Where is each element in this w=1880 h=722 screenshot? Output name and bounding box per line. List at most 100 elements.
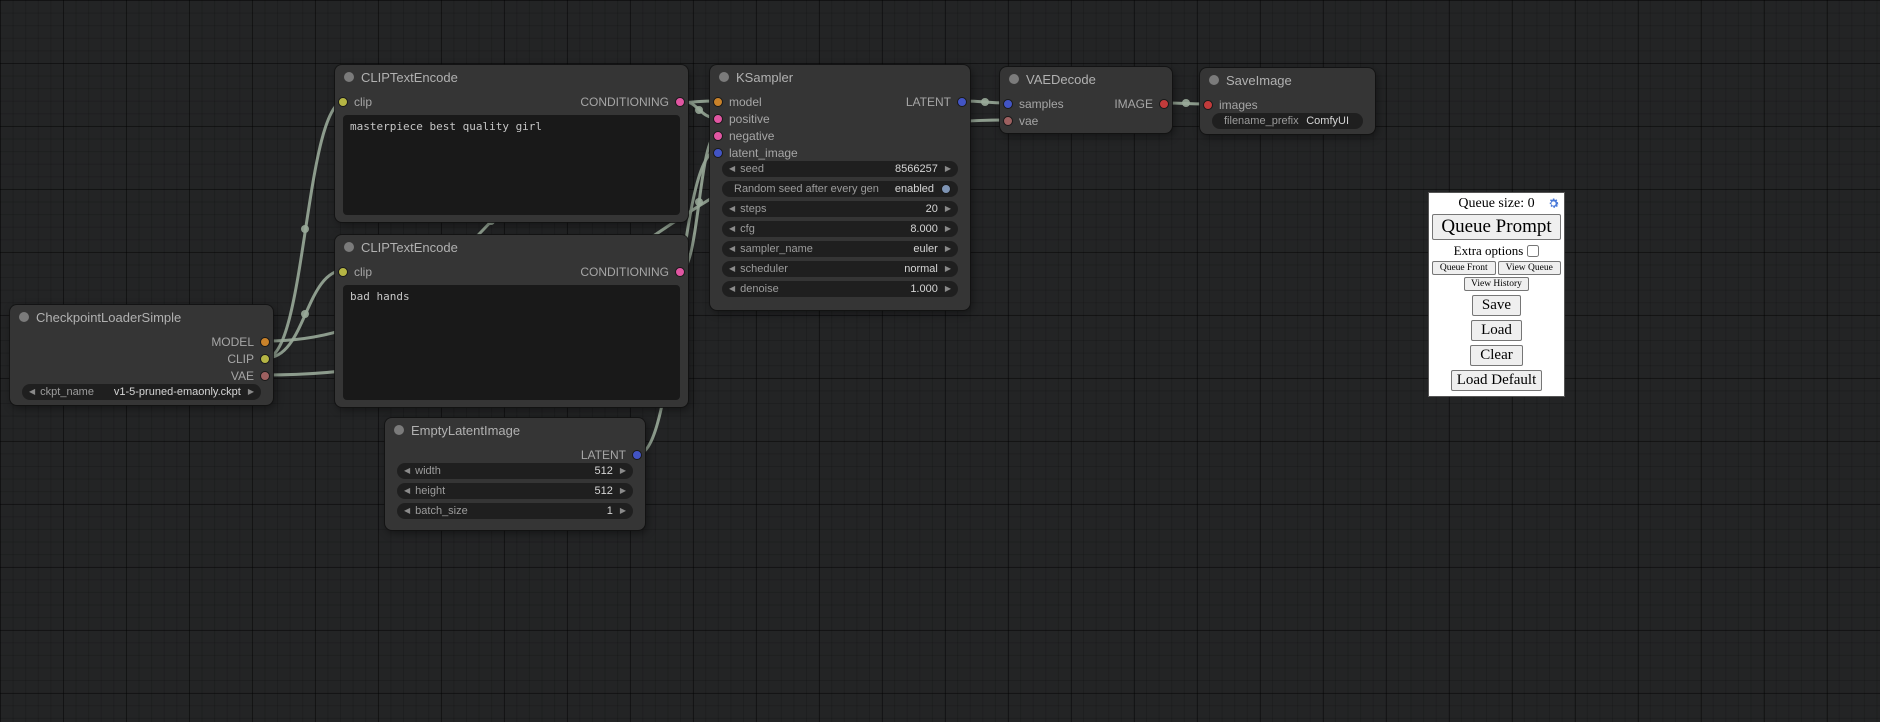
slot-row: VAE	[10, 367, 273, 384]
widget-label: Random seed after every gen	[734, 183, 879, 195]
increment-arrow-icon[interactable]: ▶	[620, 467, 626, 475]
increment-arrow-icon[interactable]: ▶	[945, 225, 951, 233]
collapse-dot-icon[interactable]	[394, 425, 404, 435]
node-title-bar[interactable]: KSampler	[710, 65, 970, 89]
widget-filename-prefix[interactable]: filename_prefix ComfyUI	[1212, 113, 1363, 129]
increment-arrow-icon[interactable]: ▶	[945, 265, 951, 273]
input-slot-clip[interactable]	[338, 267, 348, 277]
decrement-arrow-icon[interactable]: ◀	[404, 507, 410, 515]
decrement-arrow-icon[interactable]: ◀	[729, 285, 735, 293]
decrement-arrow-icon[interactable]: ◀	[729, 225, 735, 233]
node-clip-text-encode-positive[interactable]: CLIPTextEncode clip CONDITIONING masterp…	[335, 65, 688, 222]
positive-prompt-textarea[interactable]: masterpiece best quality girl	[343, 115, 680, 215]
clear-button[interactable]: Clear	[1470, 345, 1522, 366]
output-slot-vae[interactable]	[260, 371, 270, 381]
input-slot-clip[interactable]	[338, 97, 348, 107]
collapse-dot-icon[interactable]	[1209, 75, 1219, 85]
node-vae-decode[interactable]: VAEDecode samples IMAGE vae	[1000, 67, 1172, 133]
node-title-bar[interactable]: CheckpointLoaderSimple	[10, 305, 273, 329]
output-slot-image[interactable]	[1159, 99, 1169, 109]
widget-width[interactable]: ◀ width 512 ▶	[397, 463, 633, 479]
output-slot-conditioning[interactable]	[675, 97, 685, 107]
output-slot-latent[interactable]	[632, 450, 642, 460]
negative-prompt-textarea[interactable]: bad hands	[343, 285, 680, 400]
output-slot-conditioning[interactable]	[675, 267, 685, 277]
increment-arrow-icon[interactable]: ▶	[248, 388, 254, 396]
increment-arrow-icon[interactable]: ▶	[945, 205, 951, 213]
widget-ckpt-name[interactable]: ◀ ckpt_name v1-5-pruned-emaonly.ckpt ▶	[22, 384, 261, 400]
save-button[interactable]: Save	[1472, 295, 1521, 316]
widget-random-seed-toggle[interactable]: Random seed after every gen enabled	[722, 181, 958, 197]
node-ksampler[interactable]: KSampler model LATENT positive negative …	[710, 65, 970, 310]
node-title-bar[interactable]: VAEDecode	[1000, 67, 1172, 91]
node-title-bar[interactable]: CLIPTextEncode	[335, 65, 688, 89]
toggle-indicator-icon[interactable]	[941, 184, 951, 194]
node-title-bar[interactable]: CLIPTextEncode	[335, 235, 688, 259]
increment-arrow-icon[interactable]: ▶	[945, 245, 951, 253]
node-checkpoint-loader[interactable]: CheckpointLoaderSimple MODEL CLIP VAE ◀ …	[10, 305, 273, 405]
load-default-button[interactable]: Load Default	[1451, 370, 1543, 391]
decrement-arrow-icon[interactable]: ◀	[29, 388, 35, 396]
input-slot-images[interactable]	[1203, 100, 1213, 110]
widget-scheduler[interactable]: ◀ scheduler normal ▶	[722, 261, 958, 277]
increment-arrow-icon[interactable]: ▶	[620, 507, 626, 515]
output-slot-latent[interactable]	[957, 97, 967, 107]
output-label-conditioning: CONDITIONING	[580, 265, 669, 279]
input-slot-latent-image[interactable]	[713, 148, 723, 158]
queue-front-button[interactable]: Queue Front	[1432, 261, 1496, 275]
increment-arrow-icon[interactable]: ▶	[945, 285, 951, 293]
decrement-arrow-icon[interactable]: ◀	[729, 205, 735, 213]
decrement-arrow-icon[interactable]: ◀	[729, 165, 735, 173]
widget-label: seed	[740, 163, 764, 175]
decrement-arrow-icon[interactable]: ◀	[729, 265, 735, 273]
widget-denoise[interactable]: ◀ denoise 1.000 ▶	[722, 281, 958, 297]
widget-value: euler	[913, 243, 937, 255]
node-graph-canvas[interactable]: CheckpointLoaderSimple MODEL CLIP VAE ◀ …	[0, 0, 1880, 722]
collapse-dot-icon[interactable]	[719, 72, 729, 82]
widget-cfg[interactable]: ◀ cfg 8.000 ▶	[722, 221, 958, 237]
input-slot-samples[interactable]	[1003, 99, 1013, 109]
extra-options-label: Extra options	[1454, 243, 1524, 259]
collapse-dot-icon[interactable]	[344, 242, 354, 252]
view-queue-button[interactable]: View Queue	[1498, 261, 1562, 275]
input-slot-negative[interactable]	[713, 131, 723, 141]
input-slot-model[interactable]	[713, 97, 723, 107]
node-title-bar[interactable]: SaveImage	[1200, 68, 1375, 92]
widget-value: 20	[926, 203, 938, 215]
load-button[interactable]: Load	[1471, 320, 1522, 341]
extra-options-checkbox[interactable]	[1527, 245, 1539, 257]
node-save-image[interactable]: SaveImage images filename_prefix ComfyUI	[1200, 68, 1375, 134]
input-slot-positive[interactable]	[713, 114, 723, 124]
widget-value: 1.000	[910, 283, 938, 295]
decrement-arrow-icon[interactable]: ◀	[729, 245, 735, 253]
queue-prompt-button[interactable]: Queue Prompt	[1432, 214, 1561, 240]
widget-height[interactable]: ◀ height 512 ▶	[397, 483, 633, 499]
increment-arrow-icon[interactable]: ▶	[945, 165, 951, 173]
decrement-arrow-icon[interactable]: ◀	[404, 467, 410, 475]
collapse-dot-icon[interactable]	[1009, 74, 1019, 84]
node-clip-text-encode-negative[interactable]: CLIPTextEncode clip CONDITIONING bad han…	[335, 235, 688, 407]
collapse-dot-icon[interactable]	[344, 72, 354, 82]
output-slot-clip[interactable]	[260, 354, 270, 364]
widget-sampler-name[interactable]: ◀ sampler_name euler ▶	[722, 241, 958, 257]
link-center-dot	[1182, 99, 1190, 107]
widget-value: normal	[904, 263, 938, 275]
input-label-clip: clip	[354, 95, 372, 109]
view-history-button[interactable]: View History	[1464, 277, 1529, 291]
link-center-dot	[695, 198, 703, 206]
settings-gear-icon[interactable]	[1547, 197, 1560, 210]
decrement-arrow-icon[interactable]: ◀	[404, 487, 410, 495]
output-label-clip: CLIP	[227, 352, 254, 366]
input-slot-vae[interactable]	[1003, 116, 1013, 126]
widget-seed[interactable]: ◀ seed 8566257 ▶	[722, 161, 958, 177]
slot-row: MODEL	[10, 333, 273, 350]
widget-steps[interactable]: ◀ steps 20 ▶	[722, 201, 958, 217]
node-title-bar[interactable]: EmptyLatentImage	[385, 418, 645, 442]
node-empty-latent-image[interactable]: EmptyLatentImage LATENT ◀ width 512 ▶ ◀ …	[385, 418, 645, 530]
widget-label: filename_prefix	[1224, 115, 1299, 127]
increment-arrow-icon[interactable]: ▶	[620, 487, 626, 495]
output-slot-model[interactable]	[260, 337, 270, 347]
slot-row: latent_image	[710, 144, 970, 161]
widget-batch-size[interactable]: ◀ batch_size 1 ▶	[397, 503, 633, 519]
collapse-dot-icon[interactable]	[19, 312, 29, 322]
